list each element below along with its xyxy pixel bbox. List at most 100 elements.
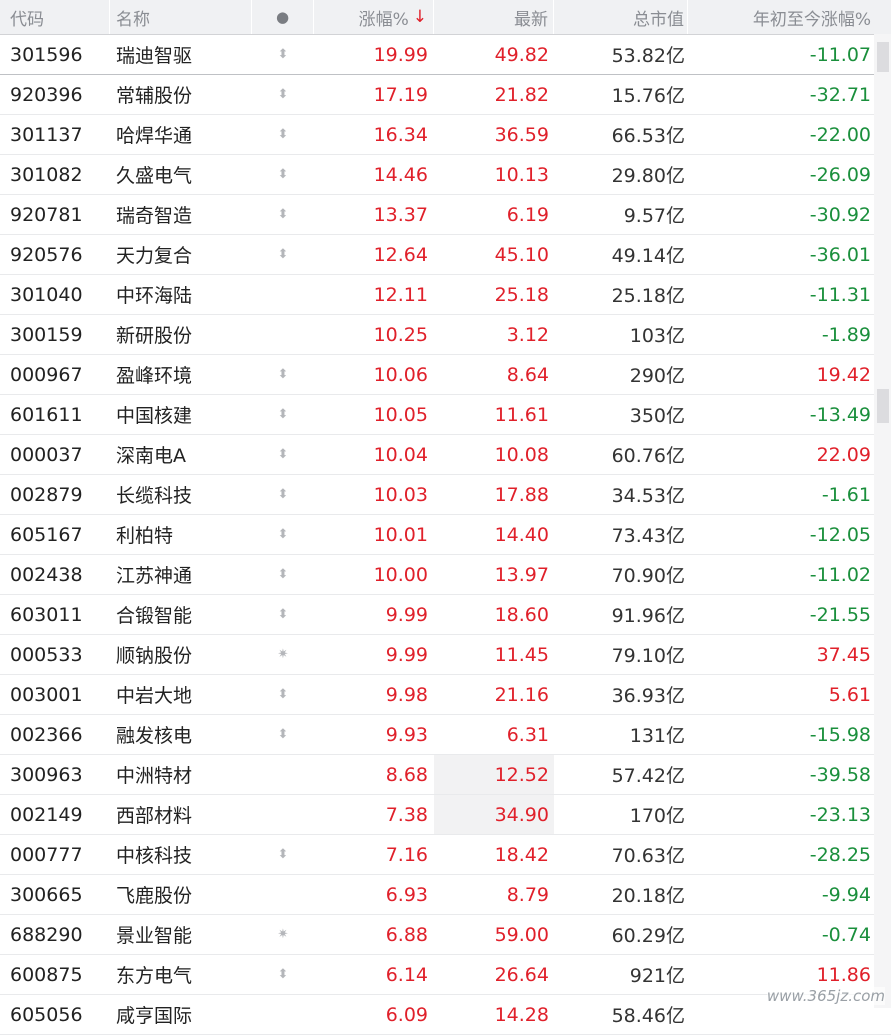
table-row[interactable]: 002438 江苏神通 ⬍ 10.00 13.97 70.90亿 -11.02 [0,555,891,595]
table-row[interactable]: 605056 咸亨国际 6.09 14.28 58.46亿 [0,995,891,1035]
market-cap: 66.53亿 [611,125,685,147]
market-cap: 350亿 [629,405,685,427]
stock-name: 中洲特材 [116,765,193,787]
table-row[interactable]: 301137 哈焊华通 ⬍ 16.34 36.59 66.53亿 -22.00 [0,115,891,155]
table-row[interactable]: 000967 盈峰环境 ⬍ 10.06 8.64 290亿 19.42 [0,355,891,395]
ytd-change: -21.55 [809,603,871,626]
table-row[interactable]: 605167 利柏特 ⬍ 10.01 14.40 73.43亿 -12.05 [0,515,891,555]
ytd-change: -39.58 [809,763,871,786]
latest-price: 21.82 [494,83,549,106]
table-row[interactable]: 300963 中洲特材 8.68 12.52 57.42亿 -39.58 [0,755,891,795]
change-pct: 10.04 [373,443,428,466]
table-row[interactable]: 002149 西部材料 7.38 34.90 170亿 -23.13 [0,795,891,835]
market-cap: 79.10亿 [611,645,685,667]
ytd-change: -36.01 [809,243,871,266]
table-row[interactable]: 003001 中岩大地 ⬍ 9.98 21.16 36.93亿 5.61 [0,675,891,715]
table-row[interactable]: 920396 常辅股份 ⬍ 17.19 21.82 15.76亿 -32.71 [0,75,891,115]
latest-price: 45.10 [494,243,549,266]
updown-arrows-icon: ⬍ [277,447,289,462]
table-row[interactable]: 002879 长缆科技 ⬍ 10.03 17.88 34.53亿 -1.61 [0,475,891,515]
column-header-ytd[interactable]: 年初至今涨幅% [688,0,872,34]
table-row[interactable]: 601611 中国核建 ⬍ 10.05 11.61 350亿 -13.49 [0,395,891,435]
ytd-change: 19.42 [816,363,871,386]
table-row[interactable]: 300159 新研股份 10.25 3.12 103亿 -1.89 [0,315,891,355]
flag-cell [252,995,314,1034]
updown-arrows-icon: ⬍ [277,247,289,262]
change-pct: 12.11 [373,283,428,306]
market-cap: 15.76亿 [611,85,685,107]
flag-cell: ⬍ [252,435,314,474]
flag-cell: ⬍ [252,195,314,234]
column-header-change-pct[interactable]: 涨幅% ↓ [314,0,434,34]
stock-name: 东方电气 [116,965,193,987]
table-row[interactable]: 000533 顺钠股份 ✷ 9.99 11.45 79.10亿 37.45 [0,635,891,675]
stock-code: 603011 [10,603,83,626]
scrollbar-thumb[interactable] [877,42,889,72]
flag-cell [252,275,314,314]
sort-descending-icon: ↓ [412,7,427,27]
updown-arrows-icon: ⬍ [277,207,289,222]
stock-code: 301082 [10,163,83,186]
column-header-code[interactable]: 代码 [0,0,110,34]
table-row[interactable]: 000037 深南电A ⬍ 10.04 10.08 60.76亿 22.09 [0,435,891,475]
flag-cell: ⬍ [252,235,314,274]
change-pct: 6.09 [385,1003,428,1026]
table-row[interactable]: 688290 景业智能 ✷ 6.88 59.00 60.29亿 -0.74 [0,915,891,955]
stock-name: 哈焊华通 [116,125,193,147]
stock-code: 002366 [10,723,83,746]
table-row[interactable]: 301082 久盛电气 ⬍ 14.46 10.13 29.80亿 -26.09 [0,155,891,195]
stock-code: 301596 [10,43,83,66]
table-row[interactable]: 300665 飞鹿股份 6.93 8.79 20.18亿 -9.94 [0,875,891,915]
change-pct: 9.99 [385,643,428,666]
table-row[interactable]: 600875 东方电气 ⬍ 6.14 26.64 921亿 11.86 [0,955,891,995]
market-cap: 60.29亿 [611,925,685,947]
change-pct: 9.93 [385,723,428,746]
table-row[interactable]: 920781 瑞奇智造 ⬍ 13.37 6.19 9.57亿 -30.92 [0,195,891,235]
change-pct: 10.01 [373,523,428,546]
stock-name: 瑞迪智驱 [116,45,193,67]
ytd-change: -1.89 [821,323,871,346]
vertical-scrollbar[interactable] [874,34,891,1008]
table-row[interactable]: 603011 合锻智能 ⬍ 9.99 18.60 91.96亿 -21.55 [0,595,891,635]
stock-name: 西部材料 [116,805,193,827]
stock-name: 中国核建 [116,405,193,427]
flag-cell: ⬍ [252,115,314,154]
change-pct: 10.25 [373,323,428,346]
stock-code: 002438 [10,563,83,586]
stock-name: 咸亨国际 [116,1005,193,1027]
change-pct: 16.34 [373,123,428,146]
column-header-price[interactable]: 最新 [434,0,554,34]
stock-code: 688290 [10,923,83,946]
flag-cell: ⬍ [252,395,314,434]
updown-arrows-icon: ⬍ [277,847,289,862]
ytd-change: -11.31 [809,283,871,306]
flag-cell: ⬍ [252,355,314,394]
flag-cell: ⬍ [252,675,314,714]
table-row[interactable]: 920576 天力复合 ⬍ 12.64 45.10 49.14亿 -36.01 [0,235,891,275]
market-cap: 29.80亿 [611,165,685,187]
scrollbar-thumb[interactable] [877,389,889,423]
stock-code: 600875 [10,963,83,986]
latest-price: 11.45 [494,643,549,666]
market-cap: 170亿 [629,805,685,827]
stock-code: 301040 [10,283,83,306]
updown-arrows-icon: ⬍ [277,367,289,382]
market-cap: 25.18亿 [611,285,685,307]
change-pct: 17.19 [373,83,428,106]
column-header-market-cap[interactable]: 总市值 [554,0,688,34]
table-row[interactable]: 301596 瑞迪智驱 ⬍ 19.99 49.82 53.82亿 -11.07 [0,35,891,75]
stock-code: 920396 [10,83,83,106]
latest-price: 14.40 [494,523,549,546]
change-pct: 12.64 [373,243,428,266]
ytd-change: -11.07 [809,43,871,66]
flag-cell: ⬍ [252,475,314,514]
market-cap: 36.93亿 [611,685,685,707]
table-row[interactable]: 301040 中环海陆 12.11 25.18 25.18亿 -11.31 [0,275,891,315]
column-header-name[interactable]: 名称 [110,0,252,34]
column-header-flag[interactable]: ● [252,0,314,34]
table-row[interactable]: 000777 中核科技 ⬍ 7.16 18.42 70.63亿 -28.25 [0,835,891,875]
stock-name: 合锻智能 [116,605,193,627]
table-row[interactable]: 002366 融发核电 ⬍ 9.93 6.31 131亿 -15.98 [0,715,891,755]
updown-arrows-icon: ⬍ [277,167,289,182]
table-header: 代码 名称 ● 涨幅% ↓ 最新 总市值 年初至今涨幅% [0,0,891,35]
